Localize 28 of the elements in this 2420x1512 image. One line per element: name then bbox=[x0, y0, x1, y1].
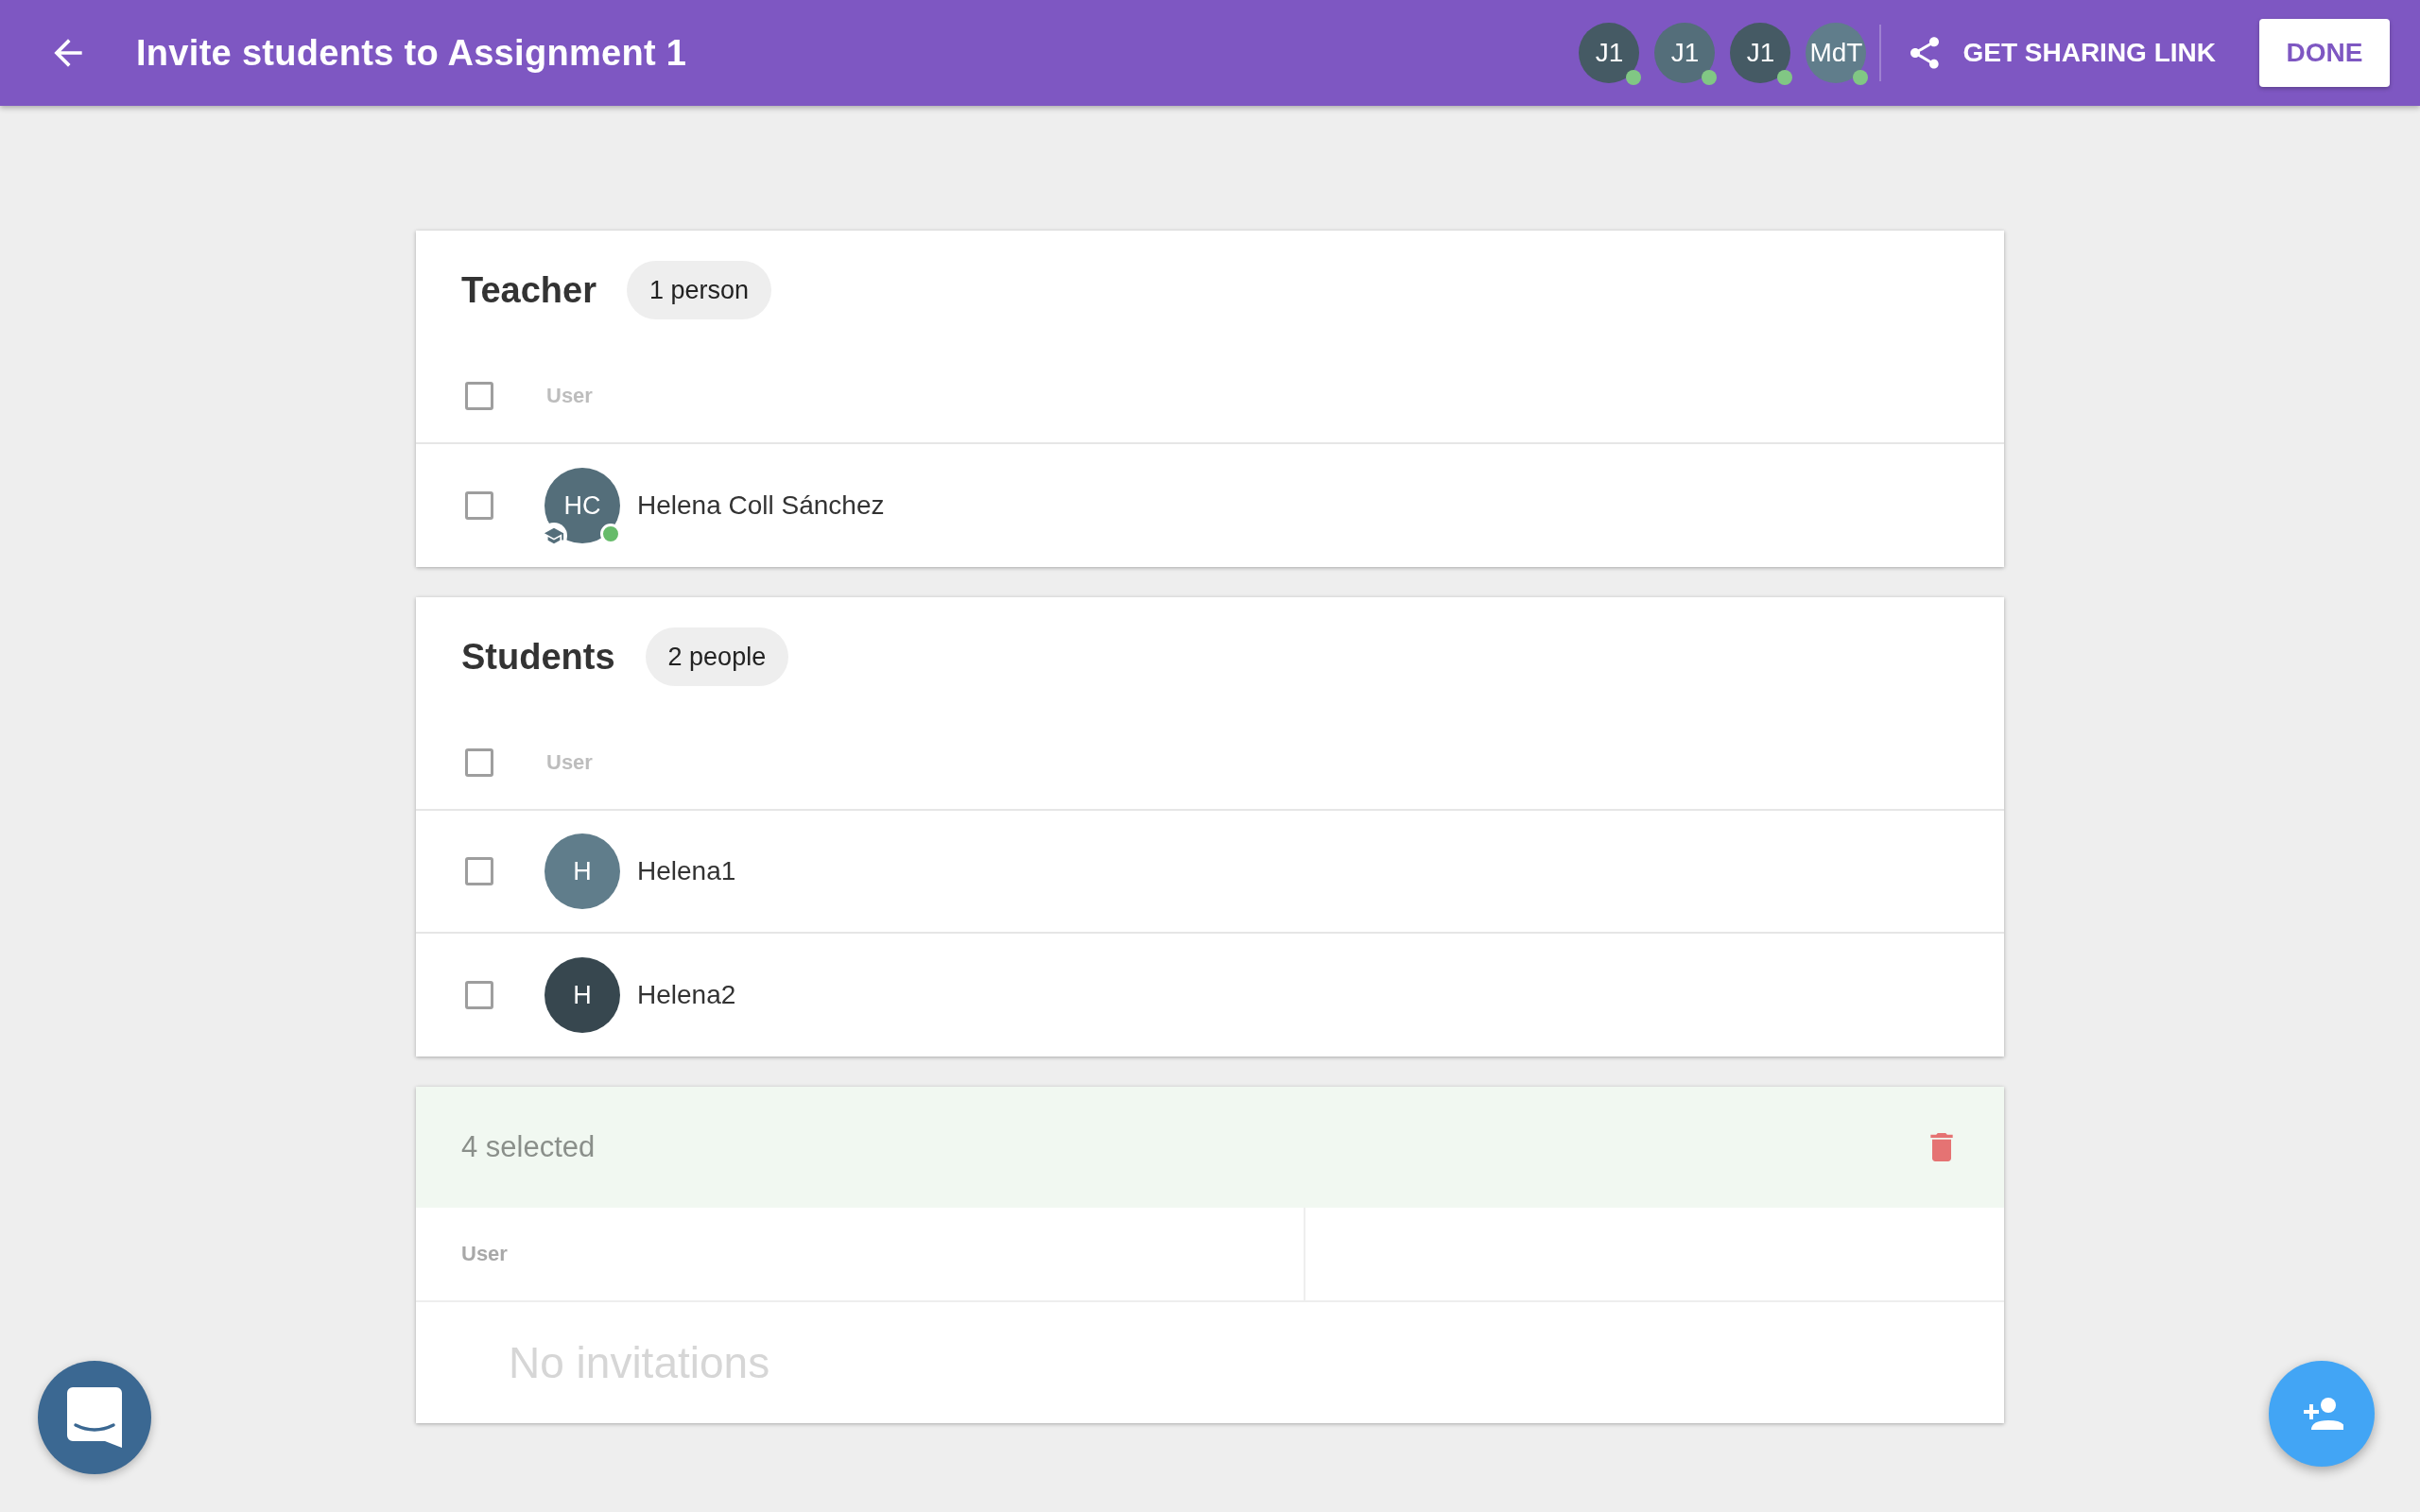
user-name: Helena2 bbox=[637, 980, 736, 1010]
collaborator-avatar[interactable]: J1 bbox=[1654, 23, 1716, 83]
checkbox[interactable] bbox=[465, 491, 493, 520]
count-badge: 1 person bbox=[626, 261, 771, 319]
user-name: Helena1 bbox=[637, 856, 736, 886]
page-title: Invite students to Assignment 1 bbox=[136, 32, 688, 74]
section-title: Students bbox=[461, 636, 615, 678]
count-badge: 2 people bbox=[645, 627, 789, 686]
checkbox[interactable] bbox=[465, 981, 493, 1009]
checkbox[interactable] bbox=[465, 382, 493, 410]
column-header: User bbox=[461, 1242, 508, 1266]
user-name: Helena Coll Sánchez bbox=[637, 490, 885, 521]
checkbox[interactable] bbox=[465, 857, 493, 885]
collaborator-avatar[interactable]: J1 bbox=[1730, 23, 1791, 83]
section-title: Teacher bbox=[461, 269, 596, 311]
collaborator-avatar[interactable]: J1 bbox=[1579, 23, 1640, 83]
selected-count: 4 selected bbox=[461, 1130, 596, 1164]
collaborator-avatar[interactable]: MdT bbox=[1806, 23, 1867, 83]
checkbox[interactable] bbox=[465, 748, 493, 777]
chat-button[interactable] bbox=[38, 1361, 151, 1474]
column-header: User bbox=[546, 384, 593, 408]
user-avatar: H bbox=[544, 957, 620, 1033]
done-button[interactable]: DONE bbox=[2259, 19, 2390, 87]
add-person-button[interactable] bbox=[2269, 1361, 2375, 1467]
chat-bubble-icon bbox=[67, 1387, 122, 1448]
user-avatar: H bbox=[544, 833, 620, 909]
get-sharing-link-button[interactable]: GET SHARING LINK bbox=[1906, 34, 2216, 72]
column-header: User bbox=[546, 750, 593, 775]
